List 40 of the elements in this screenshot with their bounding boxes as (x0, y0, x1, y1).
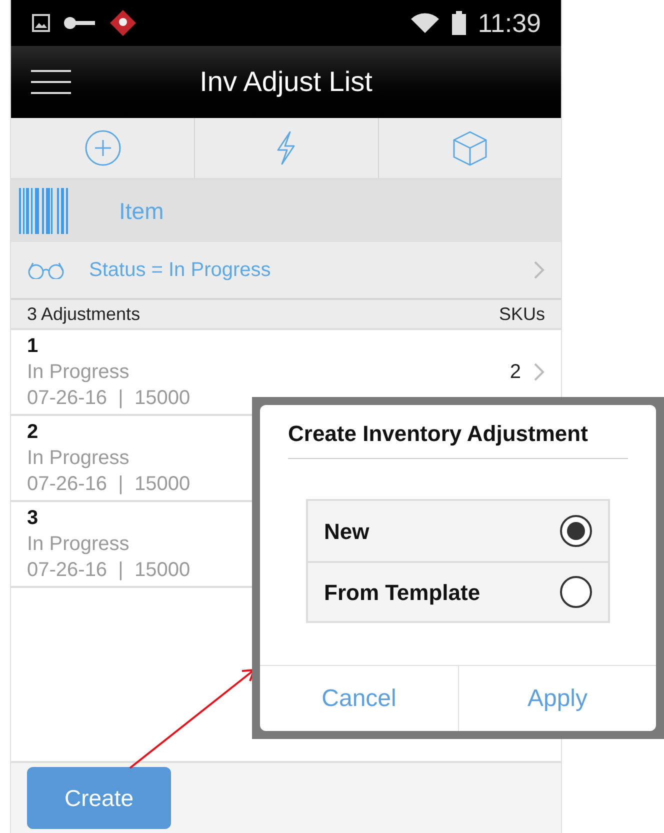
adjustment-id: 3 (27, 506, 38, 531)
menu-icon[interactable] (31, 68, 71, 96)
warning-diamond-icon (109, 9, 137, 37)
glasses-icon (27, 261, 65, 279)
adjustment-status: In Progress (27, 446, 130, 471)
adjustment-id: 2 (27, 420, 38, 445)
battery-icon (452, 11, 466, 35)
radio-button[interactable] (560, 515, 592, 547)
filter-label: Status = In Progress (89, 258, 272, 283)
option-row[interactable]: From Template (308, 561, 608, 621)
dialog-button[interactable]: Apply (458, 666, 656, 731)
option-label: From Template (324, 578, 480, 607)
wifi-icon (410, 12, 440, 34)
chevron-right-icon (533, 362, 545, 382)
scan-label: Item (119, 196, 164, 226)
clock: 11:39 (478, 6, 541, 40)
adjustment-details: 07-26-16 | 15000 (27, 386, 190, 411)
adjustment-details: 07-26-16 | 15000 (27, 472, 190, 497)
chevron-right-icon (533, 260, 545, 280)
screen-title: Inv Adjust List (200, 65, 372, 99)
option-row[interactable]: New (308, 501, 608, 561)
sku-count: 2 (510, 360, 521, 385)
radio-button[interactable] (560, 576, 592, 608)
column-heading: SKUs (498, 302, 545, 326)
dialog-title: Create Inventory Adjustment (288, 421, 588, 446)
adjustment-status: In Progress (27, 532, 130, 557)
filter-row[interactable]: Status = In Progress (11, 242, 561, 300)
adjustment-details: 07-26-16 | 15000 (27, 558, 190, 583)
dialog-button[interactable]: Cancel (260, 666, 458, 731)
scan-bar[interactable]: Item (11, 180, 561, 242)
cube-icon (450, 129, 489, 167)
add-icon (82, 128, 123, 168)
barcode-icon (19, 188, 71, 234)
option-label: New (324, 518, 370, 546)
adjustment-status: In Progress (27, 360, 130, 385)
key-icon (63, 15, 97, 31)
image-icon (31, 13, 51, 33)
adjustment-count: 3 Adjustments (27, 302, 140, 326)
adjustment-id: 1 (27, 334, 38, 359)
create-button[interactable]: Create (27, 767, 171, 829)
